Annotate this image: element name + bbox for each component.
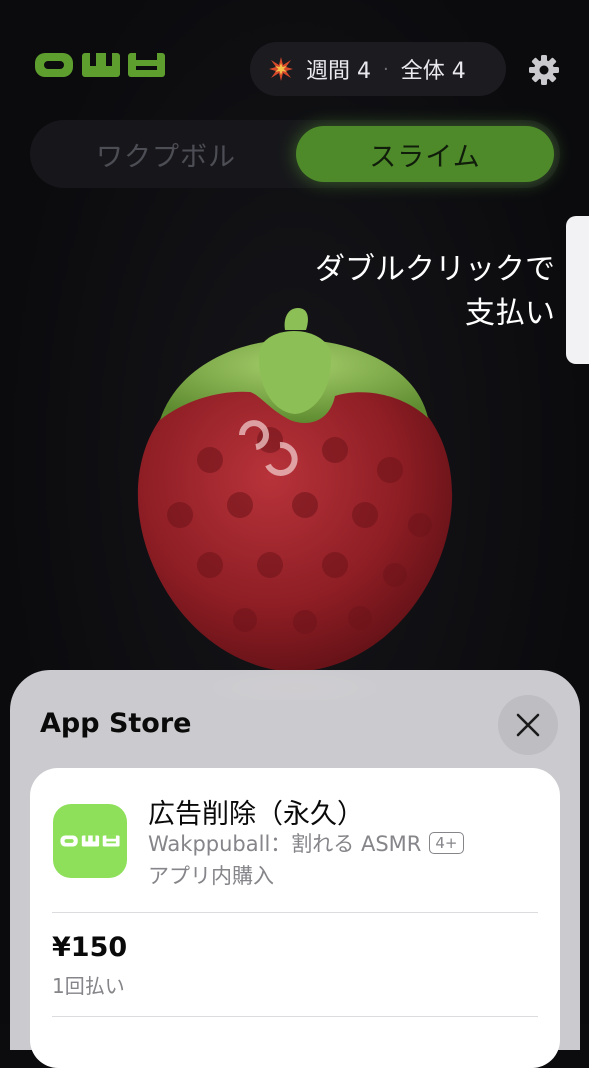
sheet-title: App Store — [40, 708, 192, 739]
score-stats: 週間 4 · 全体 4 — [250, 42, 506, 96]
app-name-line: Wakppuball：割れる ASMR 4+ — [148, 828, 464, 858]
owb-logo-icon — [35, 53, 165, 77]
divider — [52, 912, 538, 913]
price: ¥150 — [52, 932, 128, 963]
app-icon — [53, 804, 127, 878]
divider — [52, 1016, 538, 1017]
close-button[interactable] — [498, 695, 558, 755]
payment-note: 1回払い — [52, 974, 125, 998]
tab-wakpuball[interactable]: ワクプボル — [38, 126, 294, 182]
app-store-purchase-sheet: App Store 広告削除（永久） Wakppuball：割れる ASMR 4… — [10, 670, 580, 1068]
gear-icon[interactable] — [528, 54, 560, 86]
iap-item-name: 広告削除（永久） — [148, 799, 364, 830]
app-name: Wakppuball：割れる ASMR — [148, 832, 422, 856]
weekly-score: 週間 4 — [306, 59, 371, 84]
side-button-indicator — [566, 216, 589, 364]
age-rating-badge: 4+ — [429, 832, 464, 854]
tab-slime[interactable]: スライム — [296, 126, 554, 182]
mode-segmented-control: ワクプボル スライム — [30, 120, 560, 188]
owb-logo-icon — [60, 835, 120, 847]
close-icon — [516, 713, 540, 737]
iap-type-label: アプリ内購入 — [148, 864, 274, 888]
total-score: 全体 4 — [400, 59, 466, 84]
strawberry-slime[interactable] — [120, 300, 470, 700]
burst-icon — [269, 57, 293, 81]
purchase-card: 広告削除（永久） Wakppuball：割れる ASMR 4+ アプリ内購入 ¥… — [30, 768, 560, 1068]
hint-line-1: ダブルクリックで — [315, 252, 555, 287]
game-screen: 週間 4 · 全体 4 ワクプボル スライム ダブルクリックで 支払い App … — [0, 0, 589, 1068]
stats-separator: · — [383, 58, 389, 80]
